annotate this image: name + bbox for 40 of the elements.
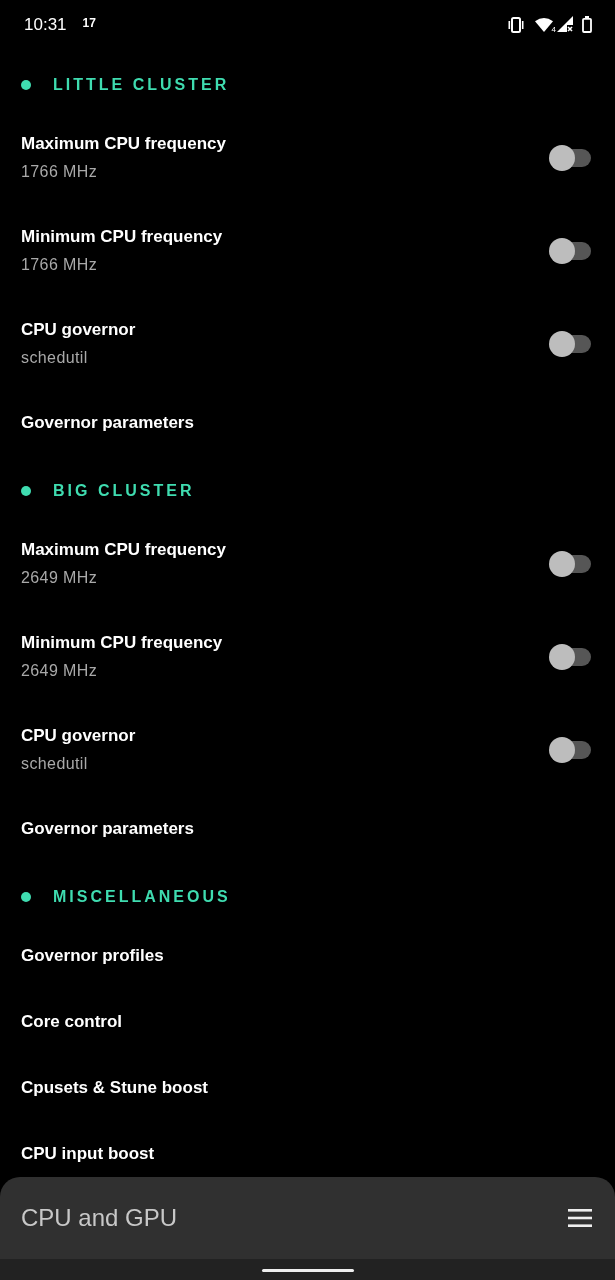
menu-item[interactable]: Governor profiles (21, 944, 164, 968)
menu-item[interactable]: Governor parameters (21, 411, 194, 435)
section-header: MISCELLANEOUS (53, 887, 231, 907)
toggle-switch[interactable] (549, 737, 591, 763)
bullet-icon (21, 80, 31, 90)
menu-item[interactable]: Cpusets & Stune boost (21, 1076, 208, 1100)
setting-value: schedutil (21, 348, 88, 368)
setting-title[interactable]: Maximum CPU frequency (21, 132, 226, 156)
home-handle[interactable] (261, 1269, 354, 1272)
setting-value: 1766 MHz (21, 255, 98, 275)
setting-value: 2649 MHz (21, 568, 98, 588)
wifi-icon (534, 18, 553, 32)
battery-icon (582, 16, 592, 33)
signal-no-service-icon (557, 16, 573, 32)
setting-title[interactable]: CPU governor (21, 318, 136, 342)
setting-value: 2649 MHz (21, 661, 98, 681)
bullet-icon (21, 892, 31, 902)
vibrate-icon (506, 17, 525, 33)
status-time: 10:31 (24, 14, 67, 36)
menu-item[interactable]: Core control (21, 1010, 123, 1034)
toggle-switch[interactable] (549, 145, 591, 171)
section-header: BIG CLUSTER (53, 481, 195, 501)
setting-title[interactable]: CPU governor (21, 724, 136, 748)
setting-title[interactable]: Maximum CPU frequency (21, 538, 226, 562)
screen-title: CPU and GPU (21, 1203, 179, 1233)
menu-icon[interactable] (568, 1209, 592, 1227)
setting-value: 1766 MHz (21, 162, 98, 182)
menu-item[interactable]: CPU input boost (21, 1142, 155, 1166)
toggle-switch[interactable] (549, 644, 591, 670)
setting-value: schedutil (21, 754, 88, 774)
toggle-switch[interactable] (549, 238, 591, 264)
notification-count: 17 (82, 15, 96, 32)
wifi-label: 4 (551, 25, 556, 34)
setting-title[interactable]: Minimum CPU frequency (21, 631, 223, 655)
section-header: LITTLE CLUSTER (53, 75, 230, 95)
menu-item[interactable]: Governor parameters (21, 817, 194, 841)
toggle-switch[interactable] (549, 331, 591, 357)
bullet-icon (21, 486, 31, 496)
setting-title[interactable]: Minimum CPU frequency (21, 225, 223, 249)
toggle-switch[interactable] (549, 551, 591, 577)
